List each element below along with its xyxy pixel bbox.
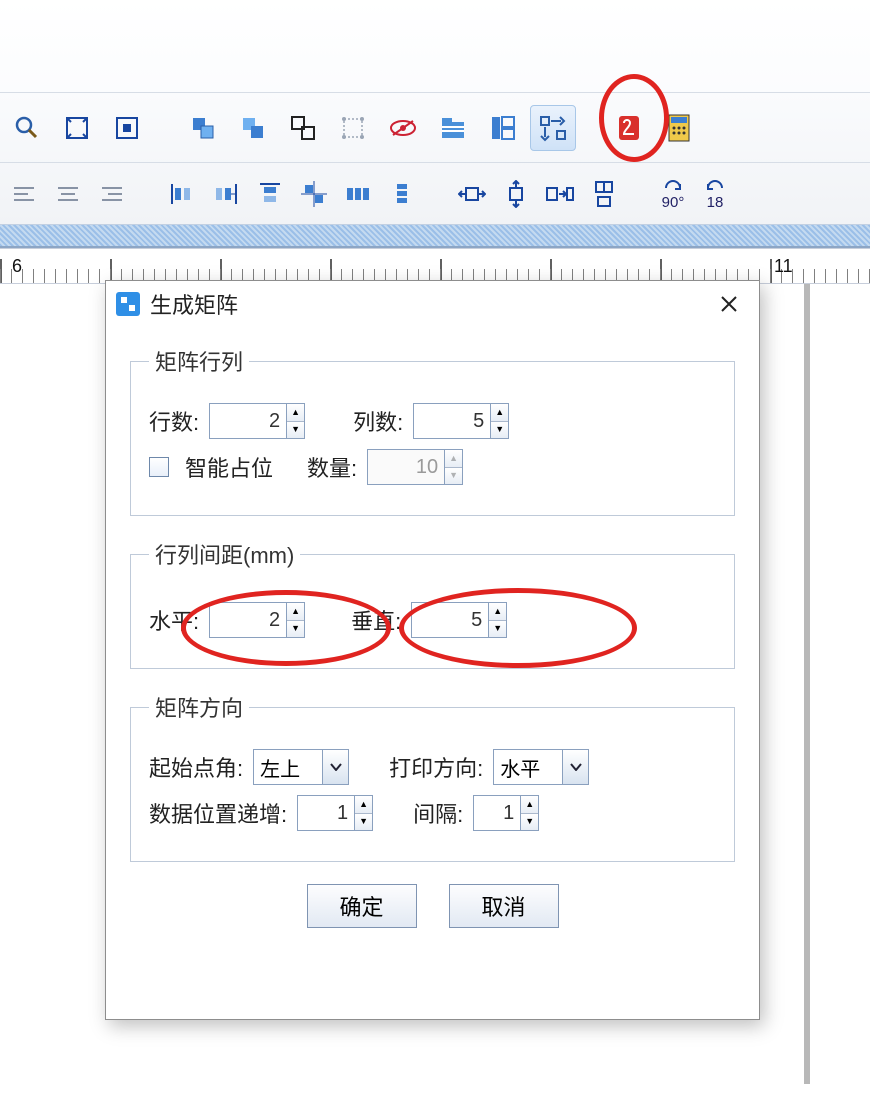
hspace-input[interactable] (209, 602, 287, 638)
calculator-icon[interactable] (656, 105, 702, 151)
grid-target-icon[interactable] (104, 105, 150, 151)
same-width-icon[interactable] (540, 174, 580, 214)
folder-icon[interactable] (430, 105, 476, 151)
dialog-title: 生成矩阵 (150, 288, 238, 320)
close-button[interactable] (709, 284, 749, 324)
vspace-input[interactable] (411, 602, 489, 638)
smart-checkbox[interactable] (149, 457, 169, 477)
cols-input[interactable] (413, 403, 491, 439)
center-h-icon[interactable] (452, 174, 492, 214)
cols-up[interactable]: ▲ (491, 404, 508, 422)
toolbar-row-2: 90° 18 (0, 162, 870, 224)
transform-icon[interactable] (330, 105, 376, 151)
qty-up: ▲ (445, 450, 462, 468)
start-select[interactable] (253, 749, 349, 785)
incr-up[interactable]: ▲ (355, 796, 372, 814)
rows-label: 行数: (149, 405, 199, 437)
align-right-lines-icon[interactable] (92, 174, 132, 214)
toolbar-row-1 (0, 92, 870, 162)
magnifier-icon[interactable] (4, 105, 50, 151)
group-rowcol: 矩阵行列 行数: ▲▼ 列数: ▲▼ 智能占位 数量: (130, 345, 735, 516)
dialog-icon (116, 292, 140, 316)
generate-matrix-dialog: 生成矩阵 矩阵行列 行数: ▲▼ 列数: ▲▼ (105, 280, 760, 1020)
cols-label: 列数: (353, 405, 403, 437)
incr-label: 数据位置递增: (149, 797, 287, 829)
print-dropdown-icon[interactable] (563, 749, 589, 785)
vspace-down[interactable]: ▼ (489, 621, 506, 638)
separator-bar (0, 224, 870, 248)
start-dropdown-icon[interactable] (323, 749, 349, 785)
paper-edge (804, 284, 810, 1084)
interval-spinner[interactable]: ▲▼ (473, 795, 539, 831)
layout-icon[interactable] (480, 105, 526, 151)
vspace-spinner[interactable]: ▲▼ (411, 602, 507, 638)
qty-label: 数量: (307, 451, 357, 483)
ruler-mark-6: 6 (12, 256, 22, 277)
align-left-lines-icon[interactable] (4, 174, 44, 214)
interval-down[interactable]: ▼ (521, 814, 538, 831)
pdf-icon[interactable] (606, 105, 652, 151)
hspace-down[interactable]: ▼ (287, 621, 304, 638)
hspace-up[interactable]: ▲ (287, 603, 304, 621)
group-rowcol-legend: 矩阵行列 (149, 345, 249, 377)
cancel-button[interactable]: 取消 (449, 884, 559, 928)
incr-down[interactable]: ▼ (355, 814, 372, 831)
rows-input[interactable] (209, 403, 287, 439)
align-center-lines-icon[interactable] (48, 174, 88, 214)
interval-label: 间隔: (413, 797, 463, 829)
rotate-90-button[interactable]: 90° (654, 176, 692, 211)
qty-spinner: ▲▼ (367, 449, 463, 485)
grid-expand-icon[interactable] (54, 105, 100, 151)
hspace-label: 水平: (149, 604, 199, 636)
distribute-v-icon[interactable] (250, 174, 290, 214)
group-direction-legend: 矩阵方向 (149, 691, 249, 723)
rotate-90-label: 90° (662, 194, 685, 211)
copy-icon[interactable] (180, 105, 226, 151)
rotate-18-label: 18 (707, 194, 724, 211)
qty-input (367, 449, 445, 485)
ok-button[interactable]: 确定 (307, 884, 417, 928)
print-label: 打印方向: (389, 751, 483, 783)
dialog-titlebar[interactable]: 生成矩阵 (106, 281, 759, 327)
distribute-h-icon[interactable] (162, 174, 202, 214)
distribute-eq-icon[interactable] (338, 174, 378, 214)
interval-input[interactable] (473, 795, 521, 831)
incr-spinner[interactable]: ▲▼ (297, 795, 373, 831)
center-v-icon[interactable] (496, 174, 536, 214)
start-label: 起始点角: (149, 751, 243, 783)
distribute-h2-icon[interactable] (206, 174, 246, 214)
qty-down: ▼ (445, 468, 462, 485)
vspace-up[interactable]: ▲ (489, 603, 506, 621)
cols-spinner[interactable]: ▲▼ (413, 403, 509, 439)
same-height-icon[interactable] (584, 174, 624, 214)
matrix-icon[interactable] (530, 105, 576, 151)
group-icon[interactable] (280, 105, 326, 151)
smart-label: 智能占位 (185, 451, 273, 483)
print-value[interactable] (493, 749, 563, 785)
ruler: 6 11 (0, 248, 870, 284)
group-spacing-legend: 行列间距(mm) (149, 538, 300, 570)
group-spacing: 行列间距(mm) 水平: ▲▼ 垂直: ▲▼ (130, 538, 735, 669)
rows-spinner[interactable]: ▲▼ (209, 403, 305, 439)
cols-down[interactable]: ▼ (491, 422, 508, 439)
rows-up[interactable]: ▲ (287, 404, 304, 422)
interval-up[interactable]: ▲ (521, 796, 538, 814)
hspace-spinner[interactable]: ▲▼ (209, 602, 305, 638)
rotate-18-button[interactable]: 18 (696, 176, 734, 211)
vspace-label: 垂直: (351, 604, 401, 636)
start-value[interactable] (253, 749, 323, 785)
ruler-mark-11: 11 (774, 256, 793, 277)
rows-down[interactable]: ▼ (287, 422, 304, 439)
group-direction: 矩阵方向 起始点角: 打印方向: 数据位置递增: ▲▼ (130, 691, 735, 862)
distribute-eq2-icon[interactable] (382, 174, 422, 214)
paste-icon[interactable] (230, 105, 276, 151)
eye-icon[interactable] (380, 105, 426, 151)
incr-input[interactable] (297, 795, 355, 831)
print-select[interactable] (493, 749, 589, 785)
distribute-center-icon[interactable] (294, 174, 334, 214)
